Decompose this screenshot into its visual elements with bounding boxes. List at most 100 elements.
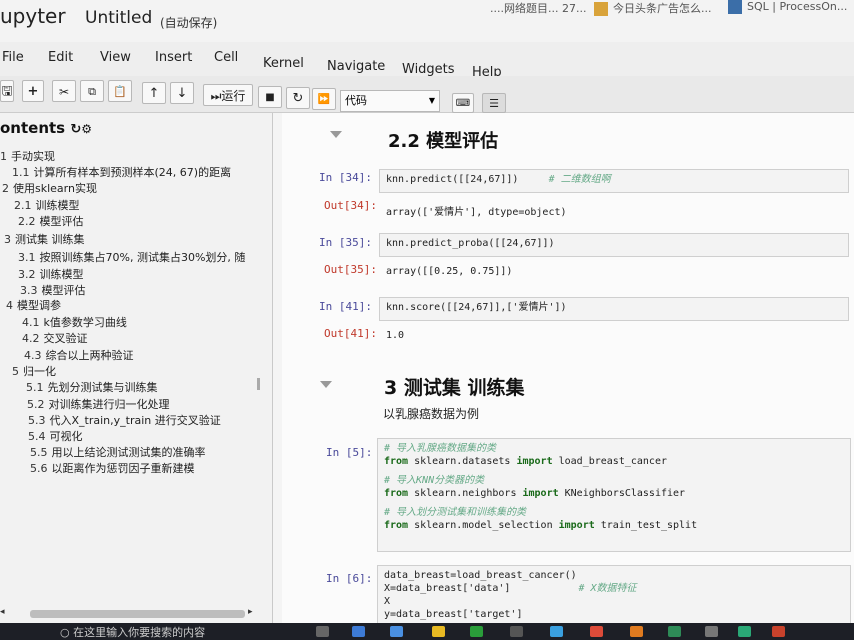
toc-item-label: 对训练集进行归一化处理 [48, 398, 170, 411]
cell-type-select[interactable]: 代码 ▼ [340, 90, 440, 112]
arrow-down-icon: ↓ [176, 86, 188, 101]
bookmark-1[interactable]: ....网络题目... 27... [490, 0, 586, 22]
edge-icon[interactable] [352, 626, 365, 637]
taskbar-search[interactable]: ○ 在这里输入你要搜索的内容 [60, 624, 205, 640]
gear-icon[interactable]: ⚙ [81, 122, 92, 136]
menu-insert[interactable]: Insert [155, 50, 192, 65]
toc-item-label: 用以上结论测试测试集的准确率 [51, 446, 206, 459]
save-button[interactable]: 🖫 [0, 80, 14, 102]
toc-item[interactable]: 5.6 以距离作为惩罚因子重新建模 [30, 460, 195, 476]
collapse-heading-icon[interactable] [330, 131, 342, 138]
toc-item-number: 3 [4, 233, 11, 246]
code-token: import [516, 456, 553, 467]
notebook-title[interactable]: Untitled [85, 8, 152, 28]
cut-button[interactable]: ✂ [52, 80, 76, 102]
cell34-code[interactable]: knn.predict([[24,67]]) # 二维数组啊 [379, 169, 849, 193]
toc-item[interactable]: 5 归一化 [12, 363, 56, 379]
menu-widgets[interactable]: Widgets [402, 62, 455, 77]
code-comment: # 导入划分测试集和训练集的类 [384, 507, 527, 518]
code-line: # 导入划分测试集和训练集的类 [384, 506, 844, 519]
toc-item-number: 5.1 [26, 381, 44, 394]
toc-item[interactable]: 3 测试集 训练集 [4, 231, 85, 247]
cell6-code[interactable]: data_breast=load_breast_cancer() X=data_b… [377, 565, 851, 623]
toc-item[interactable]: 4.2 交叉验证 [22, 330, 88, 346]
toc-item[interactable]: 5.3 代入X_train,y_train 进行交叉验证 [28, 412, 221, 428]
store-icon[interactable] [510, 626, 523, 637]
toc-item[interactable]: 5.4 可视化 [28, 428, 83, 444]
wechat-icon[interactable] [738, 626, 751, 637]
task-view-icon[interactable] [316, 626, 329, 637]
toc-item[interactable]: 5.2 对训练集进行归一化处理 [27, 396, 170, 412]
code-token: sklearn.model_selection [408, 520, 559, 531]
cell35-output: array([[0.25, 0.75]]) [386, 266, 513, 277]
chrome-icon[interactable] [590, 626, 603, 637]
code-line: # 导入乳腺癌数据集的类 [384, 442, 844, 455]
chevron-down-icon: ▼ [428, 96, 435, 105]
jupyter-logo[interactable]: upyter [0, 4, 66, 28]
toc-item[interactable]: 4.1 k值参数学习曲线 [22, 314, 127, 330]
cell35-in-prompt: In [35]: [319, 236, 372, 249]
toc-item[interactable]: 3.3 模型评估 [20, 282, 86, 298]
code-line: X=data_breast['data'] # X数据特征 [384, 582, 844, 595]
app-icon[interactable] [705, 626, 718, 637]
keyboard-button[interactable]: ⌨ [452, 93, 474, 113]
menu-view[interactable]: View [100, 50, 131, 65]
copy-button[interactable]: ⧉ [80, 80, 104, 102]
cell5-code[interactable]: # 导入乳腺癌数据集的类 from sklearn.datasets import… [377, 438, 851, 552]
toc-item[interactable]: 2 使用sklearn实现 [2, 180, 97, 196]
restart-button[interactable]: ↻ [286, 87, 310, 109]
toc-item[interactable]: 3.2 训练模型 [18, 266, 84, 282]
run-all-button[interactable]: ⏩ [312, 88, 336, 110]
toc-item[interactable]: 5.1 先划分测试集与训练集 [26, 379, 158, 395]
move-down-button[interactable]: ↓ [170, 82, 194, 104]
refresh-icon[interactable]: ↻ [70, 122, 81, 137]
app-icon[interactable] [630, 626, 643, 637]
toc-item-number: 2.2 [18, 215, 36, 228]
toc-scrollbar[interactable] [30, 610, 245, 618]
bookmark-2[interactable]: 今日头条广告怎么... [594, 0, 712, 22]
toc-item[interactable]: 2.1 训练模型 [14, 197, 80, 213]
bookmark-3[interactable]: SQL | ProcessOn... [728, 0, 847, 22]
code-token: X [384, 596, 391, 607]
scroll-left-icon[interactable]: ◂ [0, 607, 5, 617]
toc-item-number: 5.4 [28, 430, 46, 443]
cell35-code[interactable]: knn.predict_proba([[24,67]]) [379, 233, 849, 257]
app-icon[interactable] [470, 626, 483, 637]
move-up-button[interactable]: ↑ [142, 82, 166, 104]
search-icon: ○ [60, 626, 74, 639]
cell41-code[interactable]: knn.score([[24,67]],['爱情片']) [379, 297, 849, 321]
scroll-right-icon[interactable]: ▸ [248, 607, 253, 617]
toc-item[interactable]: 2.2 模型评估 [18, 213, 84, 229]
app-icon[interactable] [668, 626, 681, 637]
toc-item[interactable]: 1 手动实现 [0, 148, 55, 164]
ie-icon[interactable] [390, 626, 403, 637]
toc-toggle-button[interactable]: ☰ [482, 93, 506, 113]
toc-item-number: 4.1 [22, 316, 40, 329]
paste-button[interactable]: 📋 [108, 80, 132, 102]
toc-item[interactable]: 4 模型调参 [6, 297, 61, 313]
interrupt-button[interactable]: ■ [258, 86, 282, 108]
app-icon[interactable] [772, 626, 785, 637]
menu-cell[interactable]: Cell [214, 50, 238, 65]
menu-edit[interactable]: Edit [48, 50, 73, 65]
toc-item-label: 代入X_train,y_train 进行交叉验证 [49, 414, 221, 427]
insert-cell-button[interactable]: + [22, 80, 44, 102]
toc-item[interactable]: 5.5 用以上结论测试测试集的准确率 [30, 444, 206, 460]
collapse-heading-icon[interactable] [320, 381, 332, 388]
app-icon[interactable] [550, 626, 563, 637]
toc-item[interactable]: 4.3 综合以上两种验证 [24, 347, 134, 363]
markdown-text: 以乳腺癌数据为例 [383, 407, 480, 421]
run-button[interactable]: ⏭运行 [203, 84, 253, 106]
toutiao-icon [594, 2, 608, 16]
cell6-in-prompt: In [6]: [326, 572, 373, 585]
menu-navigate[interactable]: Navigate [327, 59, 385, 74]
toc-item-label: 先划分测试集与训练集 [47, 381, 158, 394]
heading-model-eval: 2.2 模型评估 [388, 131, 499, 152]
toc-item[interactable]: 1.1 计算所有样本到预测样本(24, 67)的距离 [12, 164, 231, 180]
toc-item-number: 1.1 [12, 166, 30, 179]
toc-item[interactable]: 3.1 按照训练集占70%, 测试集占30%划分, 随 [18, 249, 245, 265]
toc-resize-handle[interactable] [257, 378, 260, 390]
folder-icon[interactable] [432, 626, 445, 637]
menu-kernel[interactable]: Kernel [263, 56, 304, 71]
menu-file[interactable]: File [2, 50, 24, 65]
